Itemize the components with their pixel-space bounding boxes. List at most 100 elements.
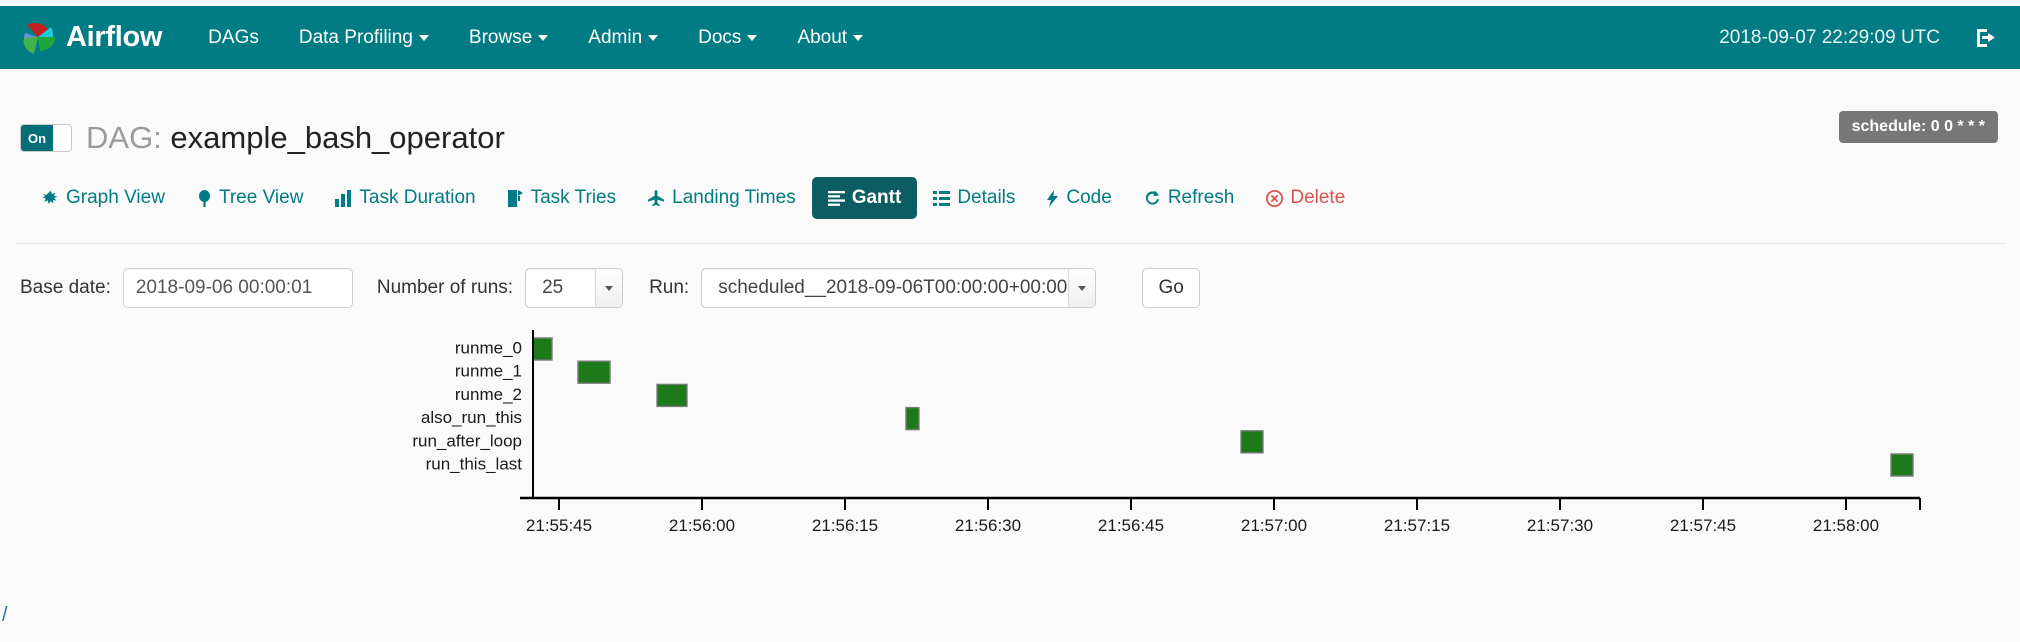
nav-item-browse[interactable]: Browse bbox=[449, 6, 568, 69]
flag-icon bbox=[507, 189, 524, 207]
schedule-badge: schedule: 0 0 * * * bbox=[1838, 111, 1998, 143]
header-divider bbox=[16, 243, 2006, 244]
chevron-down-icon bbox=[418, 34, 429, 41]
airflow-brand-link[interactable]: Airflow bbox=[18, 18, 162, 58]
utc-clock: 2018-09-07 22:29:09 UTC bbox=[1719, 26, 1940, 48]
gantt-bar[interactable] bbox=[532, 337, 553, 361]
gantt-filter-form: Base date: Number of runs: 25 Run: sched… bbox=[20, 268, 1201, 308]
chevron-down-icon[interactable] bbox=[595, 269, 623, 307]
gantt-x-tick-label: 21:56:30 bbox=[955, 516, 1021, 535]
run-label: Run: bbox=[649, 277, 690, 298]
gantt-chart: runme_0 runme_1 runme_2 also_run_this run_af… bbox=[0, 330, 2020, 590]
gantt-x-tick-label: 21:57:45 bbox=[1670, 516, 1736, 535]
tab-delete-label: Delete bbox=[1290, 187, 1346, 208]
gantt-task-label: also_run_this bbox=[421, 408, 522, 427]
bolt-icon bbox=[1047, 189, 1059, 207]
gantt-x-tick-label: 21:56:00 bbox=[669, 516, 735, 535]
number-of-runs-value: 25 bbox=[542, 277, 564, 298]
dag-title-prefix: DAG: bbox=[86, 120, 162, 155]
tab-refresh[interactable]: Refresh bbox=[1128, 177, 1251, 219]
airflow-gantt-page: Airflow DAGs Data Profiling Browse Admin… bbox=[0, 0, 2020, 642]
tab-refresh-label: Refresh bbox=[1167, 187, 1235, 208]
gantt-x-tick-label: 21:58:00 bbox=[1813, 516, 1879, 535]
nav-item-admin-label: Admin bbox=[588, 27, 643, 48]
gantt-task-label: runme_1 bbox=[455, 362, 522, 381]
number-of-runs-select[interactable]: 25 bbox=[525, 268, 624, 308]
logout-icon bbox=[1974, 25, 2000, 51]
plane-icon bbox=[648, 189, 665, 207]
tab-landing-times-label: Landing Times bbox=[672, 187, 796, 208]
nav-item-about-label: About bbox=[797, 27, 848, 48]
gantt-bar[interactable] bbox=[1240, 430, 1264, 454]
nav-item-dags[interactable]: DAGs bbox=[188, 6, 279, 69]
nav-item-about[interactable]: About bbox=[777, 6, 883, 69]
run-select[interactable]: scheduled__2018-09-06T00:00:00+00:00 bbox=[701, 268, 1097, 308]
page-title: DAG: example_bash_operator bbox=[86, 120, 505, 156]
align-left-icon bbox=[827, 190, 845, 206]
gantt-x-tick-label: 21:55:45 bbox=[526, 516, 592, 535]
dag-on-off-toggle[interactable]: On bbox=[20, 124, 72, 152]
refresh-icon bbox=[1144, 190, 1161, 207]
base-date-input[interactable] bbox=[122, 268, 353, 308]
base-date-label: Base date: bbox=[20, 277, 111, 298]
go-button[interactable]: Go bbox=[1142, 268, 1201, 308]
tab-task-duration-label: Task Duration bbox=[359, 187, 476, 208]
gantt-x-tick-label: 21:57:30 bbox=[1527, 516, 1593, 535]
dag-toggle-knob bbox=[53, 125, 71, 151]
gantt-bars bbox=[532, 337, 1914, 477]
gantt-x-tick-labels: 21:55:45 21:56:00 21:56:15 21:56:30 21:56:45… bbox=[526, 516, 1879, 535]
gantt-bar[interactable] bbox=[1890, 453, 1914, 477]
gantt-bar[interactable] bbox=[905, 406, 920, 431]
nav-item-docs[interactable]: Docs bbox=[678, 6, 777, 69]
tab-landing-times[interactable]: Landing Times bbox=[632, 177, 812, 219]
tab-delete[interactable]: Delete bbox=[1250, 177, 1361, 219]
nav-item-admin[interactable]: Admin bbox=[568, 6, 678, 69]
tab-gantt[interactable]: Gantt bbox=[811, 177, 918, 219]
airflow-pinwheel-logo-icon bbox=[18, 18, 60, 58]
list-icon bbox=[933, 190, 951, 206]
tab-gantt-label: Gantt bbox=[851, 187, 902, 208]
gantt-x-tick-label: 21:56:15 bbox=[812, 516, 878, 535]
number-of-runs-label: Number of runs: bbox=[376, 277, 514, 298]
gantt-x-tick-label: 21:57:15 bbox=[1384, 516, 1450, 535]
chevron-down-icon bbox=[747, 34, 758, 41]
asterisk-icon bbox=[42, 190, 59, 207]
gantt-bar[interactable] bbox=[656, 383, 688, 408]
chevron-down-icon[interactable] bbox=[1068, 269, 1096, 307]
stray-slash-text: / bbox=[2, 604, 8, 626]
nav-item-data-profiling[interactable]: Data Profiling bbox=[279, 6, 449, 69]
tab-graph-view[interactable]: Graph View bbox=[26, 177, 181, 219]
gantt-x-tick-label: 21:57:00 bbox=[1241, 516, 1307, 535]
logout-button[interactable] bbox=[1974, 25, 2000, 51]
gantt-task-label: runme_0 bbox=[455, 338, 522, 357]
tab-code-label: Code bbox=[1066, 187, 1112, 208]
dag-view-tabs: Graph View Tree View Task Duration Task … bbox=[26, 177, 1361, 219]
gantt-task-label: runme_2 bbox=[455, 385, 522, 404]
dag-title-name: example_bash_operator bbox=[170, 120, 505, 155]
gantt-x-tick-label: 21:56:45 bbox=[1098, 516, 1164, 535]
nav-item-docs-label: Docs bbox=[698, 27, 742, 48]
nav-item-data-profiling-label: Data Profiling bbox=[298, 27, 413, 48]
tab-tree-view[interactable]: Tree View bbox=[181, 177, 319, 219]
gantt-svg: runme_0 runme_1 runme_2 also_run_this run_af… bbox=[412, 330, 1921, 535]
nav-item-dags-label: DAGs bbox=[208, 27, 259, 48]
chevron-down-icon bbox=[853, 34, 864, 41]
tab-details[interactable]: Details bbox=[917, 177, 1031, 219]
tab-code[interactable]: Code bbox=[1031, 177, 1127, 219]
tab-task-duration[interactable]: Task Duration bbox=[319, 177, 491, 219]
tree-icon bbox=[197, 189, 212, 207]
chevron-down-icon bbox=[648, 34, 659, 41]
delete-circle-icon bbox=[1266, 189, 1284, 207]
gantt-bar[interactable] bbox=[577, 360, 611, 384]
gantt-task-label: run_after_loop bbox=[412, 431, 522, 450]
dag-toggle-state-label: On bbox=[21, 125, 54, 151]
nav-item-browse-label: Browse bbox=[468, 27, 533, 48]
bar-chart-icon bbox=[335, 189, 352, 207]
tab-task-tries[interactable]: Task Tries bbox=[492, 177, 633, 219]
run-value: scheduled__2018-09-06T00:00:00+00:00 bbox=[718, 277, 1068, 298]
tab-tree-view-label: Tree View bbox=[218, 187, 304, 208]
navbar-right: 2018-09-07 22:29:09 UTC bbox=[1719, 25, 2020, 51]
brand-label: Airflow bbox=[66, 21, 163, 53]
chevron-down-icon bbox=[538, 34, 549, 41]
gantt-task-label: run_this_last bbox=[426, 454, 523, 473]
